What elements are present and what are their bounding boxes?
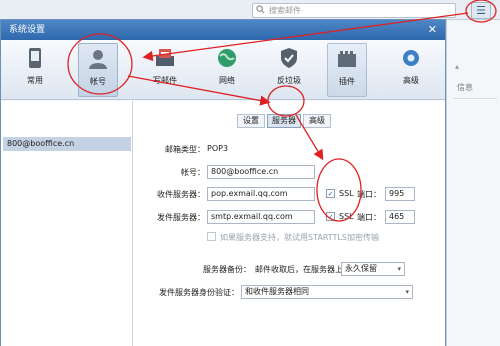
server-backup-text: 邮件收取后，在服务器上 [255, 265, 343, 274]
search-icon [256, 5, 265, 18]
outgoing-auth-select[interactable]: 和收件服务器相同 ▾ [241, 285, 413, 299]
outgoing-server-field[interactable]: smtp.exmail.qq.com [207, 210, 315, 224]
outgoing-port-label: 端口： [357, 213, 381, 222]
dialog-titlebar: 系统设置 ✕ [1, 20, 445, 40]
server-backup-value: 永久保留 [345, 264, 377, 273]
toolbar-item-advanced[interactable]: 高级 [391, 43, 431, 97]
chevron-down-icon: ▾ [405, 288, 409, 296]
account-label: 帐号： [181, 168, 205, 177]
incoming-port-label: 端口： [357, 190, 381, 199]
toolbar-item-compose[interactable]: 写邮件 [145, 43, 185, 97]
dialog-title: 系统设置 [9, 25, 46, 35]
toolbar-item-antispam[interactable]: 反垃圾 [269, 43, 309, 97]
chevron-down-icon: ▾ [397, 265, 401, 273]
toolbar-item-network[interactable]: 网络 [207, 43, 247, 97]
incoming-server-label: 收件服务器： [157, 190, 205, 199]
mail-type-label: 邮箱类型： [165, 145, 205, 154]
starttls-checkbox[interactable] [207, 232, 216, 241]
shield-icon [281, 48, 297, 68]
incoming-port-field[interactable]: 995 [385, 187, 415, 201]
account-list: 800@booffice.cn [1, 101, 133, 346]
toolbar-label: 常用 [27, 76, 43, 85]
incoming-ssl-checkbox[interactable]: ✓ [326, 189, 335, 198]
server-backup-select[interactable]: 永久保留 ▾ [341, 262, 405, 276]
incoming-server-field[interactable]: pop.exmail.qq.com [207, 187, 315, 201]
toolbar-label: 高级 [403, 76, 419, 85]
outgoing-ssl-label: SSL [339, 212, 354, 221]
side-info-label: 信息 [457, 83, 473, 92]
globe-icon [218, 49, 236, 67]
server-backup-label: 服务器备份： [203, 265, 251, 274]
toolbar-label: 插件 [339, 77, 355, 86]
starttls-label: 如果服务器支持，就试用STARTTLS加密传输 [220, 233, 379, 242]
account-field[interactable]: 800@booffice.cn [207, 165, 315, 179]
toolbar-label: 网络 [219, 76, 235, 85]
toolbar-label: 帐号 [90, 77, 106, 86]
mail-type-value: POP3 [207, 144, 229, 153]
background-pane: ▴ 信息 [446, 20, 500, 346]
incoming-ssl-label: SSL [339, 189, 354, 198]
divider [453, 98, 497, 99]
outgoing-server-label: 发件服务器： [157, 213, 205, 222]
close-icon[interactable]: ✕ [428, 20, 437, 40]
list-icon[interactable]: ☰ [471, 2, 491, 19]
tab-settings[interactable]: 设置 [237, 114, 265, 128]
toolbar-label: 反垃圾 [277, 76, 301, 85]
account-list-item[interactable]: 800@booffice.cn [3, 137, 131, 151]
scroll-arrow-icon: ▴ [455, 62, 460, 71]
search-placeholder: 搜索邮件 [269, 6, 301, 15]
gear-icon [403, 50, 419, 66]
outgoing-ssl-checkbox[interactable]: ✓ [326, 212, 335, 221]
toolbar-item-general[interactable]: 常用 [15, 43, 55, 97]
tab-advanced[interactable]: 高级 [303, 114, 331, 128]
tab-server[interactable]: 服务器 [267, 114, 301, 128]
phone-icon [29, 48, 41, 68]
toolbar-item-plugins[interactable]: 插件 [327, 43, 367, 97]
settings-body: 800@booffice.cn 设置 服务器 高级 邮箱类型： POP3 帐号：… [1, 101, 445, 346]
search-input[interactable]: 搜索邮件 [252, 3, 456, 18]
settings-toolbar: 常用 帐号 写邮件 网络 反垃圾 插件 高级 [1, 40, 445, 100]
toolbar-label: 写邮件 [153, 76, 177, 85]
settings-dialog: 系统设置 ✕ 常用 帐号 写邮件 网络 反垃圾 插件 高级 800@booffi… [0, 19, 446, 346]
outgoing-auth-label: 发件服务器身份验证： [159, 288, 239, 297]
compose-icon [156, 49, 174, 66]
plugin-icon [338, 51, 356, 67]
toolbar-item-account[interactable]: 帐号 [78, 43, 118, 97]
outgoing-port-field[interactable]: 465 [385, 210, 415, 224]
user-icon [89, 50, 107, 69]
outgoing-auth-value: 和收件服务器相同 [245, 287, 309, 296]
